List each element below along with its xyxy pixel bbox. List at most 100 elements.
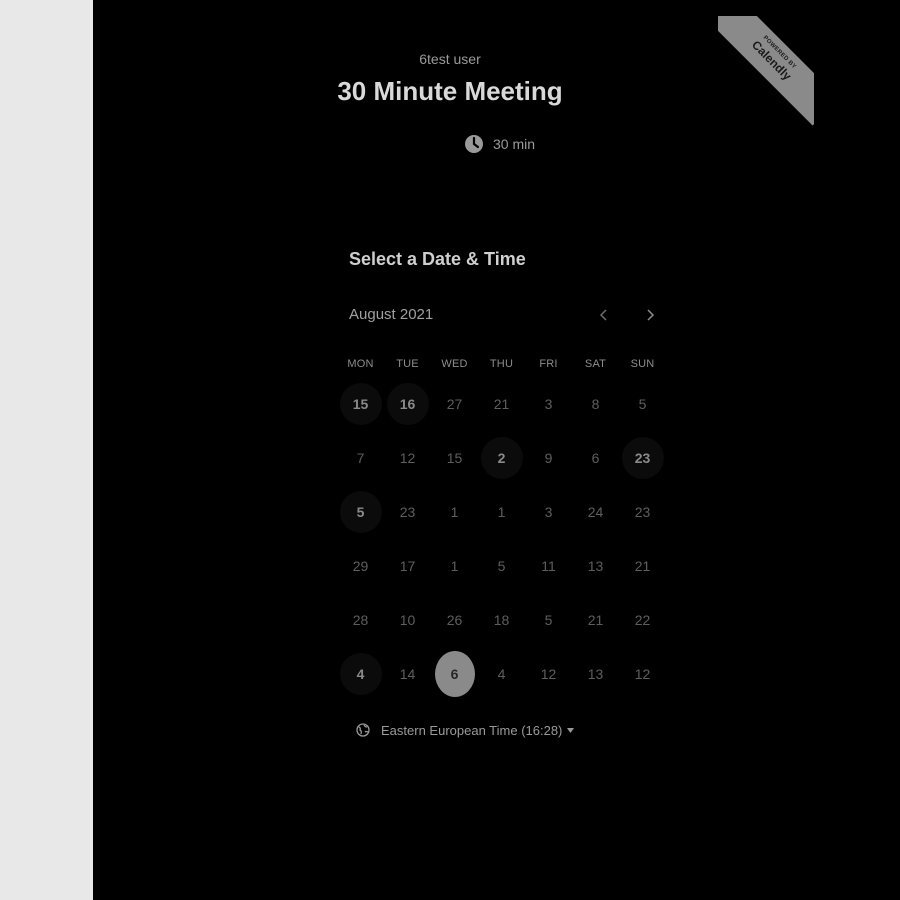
- calendar-day: 23: [634, 504, 651, 520]
- calendar-day: 28: [352, 612, 369, 628]
- calendar-cell: 21: [619, 539, 666, 593]
- calendar-cell: 27: [431, 377, 478, 431]
- calendar-cell: 6: [431, 647, 478, 701]
- available-date-button[interactable]: 15: [339, 383, 382, 425]
- weekday-label: MON: [347, 358, 374, 370]
- calendar-cell: 5: [478, 539, 525, 593]
- weekday-label: FRI: [539, 358, 558, 370]
- chevron-right-icon: [647, 309, 655, 321]
- event-duration: 30 min: [464, 134, 535, 154]
- calendar-day: 22: [634, 612, 651, 628]
- calendar-day: 23: [399, 504, 416, 520]
- calendar-day: 21: [493, 396, 510, 412]
- available-date-button[interactable]: 5: [339, 491, 382, 533]
- calendar-cell: 24: [572, 485, 619, 539]
- calendar-day: 5: [497, 558, 506, 574]
- badge-ribbon[interactable]: POWERED BY Calendly: [718, 16, 814, 126]
- section-title: Select a Date & Time: [349, 249, 526, 269]
- calendar-cell: 1: [431, 539, 478, 593]
- calendar-day: 8: [591, 396, 600, 412]
- selected-date-button[interactable]: 6: [434, 651, 475, 697]
- calendar-cell: 8: [572, 377, 619, 431]
- calendar-cell: 23: [384, 485, 431, 539]
- calendar-day: 17: [399, 558, 416, 574]
- available-date-button[interactable]: 4: [339, 653, 382, 695]
- calendar-cell: 3: [525, 485, 572, 539]
- calendar-cell: 4: [478, 647, 525, 701]
- calendar-cell: 12: [525, 647, 572, 701]
- calendar-cell: 5: [525, 593, 572, 647]
- calendar-day: 13: [587, 666, 604, 682]
- calendar-day: 4: [497, 666, 506, 682]
- weekday-label: TUE: [396, 358, 419, 370]
- calendar-day: 6: [591, 450, 600, 466]
- calendar-cell: 15: [337, 377, 384, 431]
- calendar-cell: 29: [337, 539, 384, 593]
- calendar-grid: 15 16 27 21 3 8 5 7 12 15 2 9 6 23 5 23 1 1 3 24 23 29 17 1 5 11 1…: [337, 377, 666, 701]
- calendar-cell: 13: [572, 647, 619, 701]
- powered-by-badge[interactable]: POWERED BY Calendly: [718, 16, 814, 126]
- calendar-cell: 21: [478, 377, 525, 431]
- calendar-cell: 17: [384, 539, 431, 593]
- calendar-cell: 2: [478, 431, 525, 485]
- calendar-day: 5: [544, 612, 553, 628]
- next-month-button[interactable]: [637, 302, 663, 328]
- globe-icon: [356, 723, 370, 737]
- calendar-day: 26: [446, 612, 463, 628]
- calendar-day: 14: [399, 666, 416, 682]
- calendar-cell: 12: [619, 647, 666, 701]
- calendar-day: 21: [634, 558, 651, 574]
- weekday-label: SUN: [630, 358, 655, 370]
- calendar-cell: 14: [384, 647, 431, 701]
- clock-icon: [464, 134, 484, 154]
- previous-month-button[interactable]: [591, 302, 617, 328]
- calendar-day: 3: [544, 396, 553, 412]
- calendar-day: 1: [497, 504, 506, 520]
- calendar-day: 10: [399, 612, 416, 628]
- weekday-label: SAT: [584, 358, 607, 370]
- calendar-cell: 15: [431, 431, 478, 485]
- calendar-day: 7: [356, 450, 365, 466]
- calendar-cell: 7: [337, 431, 384, 485]
- calendar-cell: 18: [478, 593, 525, 647]
- calendar-cell: 5: [337, 485, 384, 539]
- weekday-header: MON TUE WED THU FRI SAT SUN: [337, 358, 666, 370]
- available-date-button[interactable]: 23: [621, 437, 664, 479]
- calendar-cell: 23: [619, 485, 666, 539]
- month-label: August 2021: [349, 306, 434, 323]
- chevron-left-icon: [599, 309, 607, 321]
- calendar-cell: 23: [619, 431, 666, 485]
- calendar-day: 27: [446, 396, 463, 412]
- calendar-day: 9: [544, 450, 553, 466]
- calendar-day: 21: [587, 612, 604, 628]
- weekday-label: THU: [489, 358, 514, 370]
- calendar-cell: 26: [431, 593, 478, 647]
- calendar-day: 12: [540, 666, 557, 682]
- calendar-cell: 1: [478, 485, 525, 539]
- calendar-day: 1: [450, 558, 459, 574]
- available-date-button[interactable]: 2: [480, 437, 523, 479]
- weekday-label: WED: [441, 358, 468, 370]
- calendar-day: 13: [587, 558, 604, 574]
- calendar-cell: 5: [619, 377, 666, 431]
- available-date-button[interactable]: 16: [386, 383, 429, 425]
- calendar-day: 29: [352, 558, 369, 574]
- calendar-day: 15: [446, 450, 463, 466]
- timezone-selector[interactable]: Eastern European Time (16:28): [356, 721, 575, 739]
- side-strip: [0, 0, 93, 900]
- calendar-day: 3: [544, 504, 553, 520]
- calendar-cell: 12: [384, 431, 431, 485]
- calendar-cell: 22: [619, 593, 666, 647]
- calendar-day: 12: [634, 666, 651, 682]
- calendar-cell: 9: [525, 431, 572, 485]
- calendar-cell: 11: [525, 539, 572, 593]
- calendar-cell: 6: [572, 431, 619, 485]
- calendar-cell: 4: [337, 647, 384, 701]
- calendar-day: 1: [450, 504, 459, 520]
- calendar-day: 24: [587, 504, 604, 520]
- calendar-cell: 16: [384, 377, 431, 431]
- calendar-cell: 1: [431, 485, 478, 539]
- calendar-cell: 10: [384, 593, 431, 647]
- caret-down-icon: [567, 727, 575, 733]
- duration-label: 30 min: [493, 136, 536, 152]
